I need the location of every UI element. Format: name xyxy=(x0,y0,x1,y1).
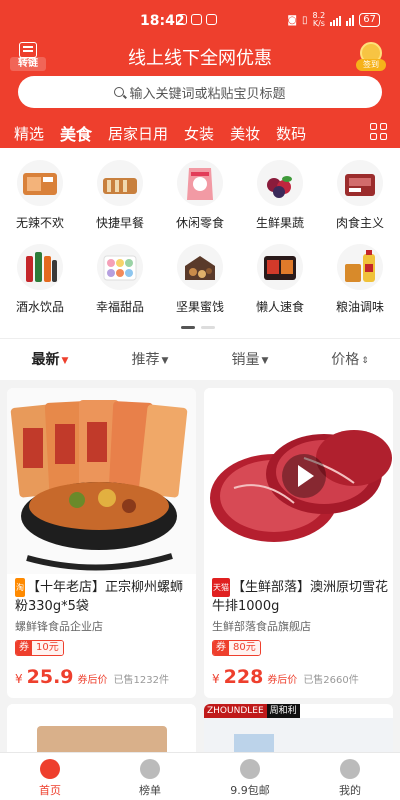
product-card[interactable]: 淘【十年老店】正宗柳州螺蛳粉330g*5袋 螺鲜锋食品企业店 券 10元 ¥ 25… xyxy=(7,388,196,698)
nfc-icon: ◙ xyxy=(287,14,298,26)
sort-price[interactable]: 价格 ⇕ xyxy=(300,339,400,380)
snack-bag-icon xyxy=(177,160,223,206)
tab-food[interactable]: 美食 xyxy=(52,121,100,145)
subcategory-label: 休闲零食 xyxy=(175,216,224,230)
subcategory-label: 酒水饮品 xyxy=(15,300,64,314)
tab-women[interactable]: 女装 xyxy=(176,123,222,144)
subcategory-label: 生鲜果蔬 xyxy=(255,216,304,230)
product-image xyxy=(7,388,196,574)
subcategory-item[interactable]: 无辣不欢 xyxy=(0,160,80,231)
subcategory-item[interactable]: 快捷早餐 xyxy=(80,160,160,231)
tab-featured[interactable]: 精选 xyxy=(0,123,52,144)
spicy-snack-icon xyxy=(17,160,63,206)
price-line: ¥ 228 券后价 已售2660件 xyxy=(212,666,359,688)
subcategory-item[interactable]: 粮油调味 xyxy=(320,244,400,315)
subcategory-item[interactable]: 酒水饮品 xyxy=(0,244,80,315)
product-image xyxy=(204,388,393,574)
play-video-icon[interactable] xyxy=(282,454,326,498)
all-categories-icon[interactable] xyxy=(370,123,388,141)
product-title: 天猫 【生鲜部落】澳洲原切雪花牛排1000g xyxy=(212,578,389,614)
compass-icon xyxy=(240,759,260,779)
price-line: ¥ 25.9 券后价 已售1232件 xyxy=(15,666,169,688)
product-price: 228 xyxy=(223,666,264,688)
instant-food-icon xyxy=(257,244,303,290)
taobao-badge-icon: 淘 xyxy=(15,578,25,597)
tab-mine[interactable]: 我的 xyxy=(300,753,400,800)
subcategory-label: 粮油调味 xyxy=(335,300,384,314)
sort-bar: 最新 ▼ 推荐 ▼ 销量 ▼ 价格 ⇕ xyxy=(0,338,400,380)
tab-free-shipping[interactable]: 9.9包邮 xyxy=(200,753,300,800)
product-card[interactable]: 天猫 【生鲜部落】澳洲原切雪花牛排1000g 生鲜部落食品旗舰店 券 80元 ¥ 2… xyxy=(204,388,393,698)
subcategory-item[interactable]: 肉食主义 xyxy=(320,160,400,231)
brand-banner: ZHOUNDLEE 周和利 xyxy=(204,704,300,718)
chevron-down-icon: ▼ xyxy=(161,356,169,366)
network-speed: 8.2 K/s xyxy=(312,11,326,28)
subcategory-item[interactable]: 懒人速食 xyxy=(240,244,320,315)
search-icon xyxy=(114,87,125,97)
coupon-badge[interactable]: 券 80元 xyxy=(212,640,261,656)
search-input[interactable]: 输入关键词或粘贴宝贝标题 xyxy=(18,76,382,108)
signal-icon xyxy=(330,14,342,26)
subcategory-item[interactable]: 坚果蜜饯 xyxy=(160,244,240,315)
sold-count: 已售2660件 xyxy=(303,675,359,686)
tab-digital[interactable]: 数码 xyxy=(268,123,314,144)
subcategory-label: 无辣不欢 xyxy=(15,216,64,230)
macaron-icon xyxy=(97,244,143,290)
tab-beauty[interactable]: 美妆 xyxy=(222,123,268,144)
fruit-icon xyxy=(257,160,303,206)
home-icon xyxy=(40,759,60,779)
status-right: ◙ ▯ 8.2 K/s 67 xyxy=(287,12,380,28)
sold-count: 已售1232件 xyxy=(113,675,169,686)
meat-icon xyxy=(337,160,383,206)
chevron-down-icon: ▼ xyxy=(261,356,269,366)
subcategory-item[interactable]: 幸福甜品 xyxy=(80,244,160,315)
bread-icon xyxy=(97,160,143,206)
signin-label: 签到 xyxy=(356,59,386,71)
search-placeholder: 输入关键词或粘贴宝贝标题 xyxy=(129,86,286,102)
tab-home[interactable]: 居家日用 xyxy=(100,123,176,144)
chevron-down-icon: ▼ xyxy=(61,356,69,366)
subcategory-label: 懒人速食 xyxy=(255,300,304,314)
status-bar: 18:42 ◙ ▯ 8.2 K/s 67 xyxy=(0,0,400,38)
category-tabs: 精选 美食 居家日用 女装 美妆 数码 xyxy=(0,118,400,148)
product-price: 25.9 xyxy=(26,666,74,688)
subcategory-label: 幸福甜品 xyxy=(95,300,144,314)
tmall-badge-icon: 天猫 xyxy=(212,578,230,597)
oil-icon xyxy=(337,244,383,290)
page-title: 线上线下全网优惠 xyxy=(128,48,272,69)
wifi-icon xyxy=(346,14,355,26)
shop-name: 螺鲜锋食品企业店 xyxy=(15,620,103,633)
tab-home[interactable]: 首页 xyxy=(0,753,100,800)
subcategory-label: 快捷早餐 xyxy=(95,216,144,230)
coupon-badge[interactable]: 券 10元 xyxy=(15,640,64,656)
bottom-tab-bar: 首页 榜单 9.9包邮 我的 xyxy=(0,752,400,800)
sort-recommended[interactable]: 推荐 ▼ xyxy=(100,339,200,380)
notification-icons xyxy=(176,14,217,25)
battery-icon: 67 xyxy=(359,13,380,27)
product-title: 淘【十年老店】正宗柳州螺蛳粉330g*5袋 xyxy=(15,578,184,614)
subcategory-label: 肉食主义 xyxy=(335,216,384,230)
subcategory-item[interactable]: 生鲜果蔬 xyxy=(240,160,320,231)
sort-newest[interactable]: 最新 ▼ xyxy=(0,339,100,380)
drinks-icon xyxy=(17,244,63,290)
vibrate-icon: ▯ xyxy=(302,14,308,26)
shop-name: 生鲜部落食品旗舰店 xyxy=(212,620,311,633)
profile-icon xyxy=(340,759,360,779)
subcategory-label: 坚果蜜饯 xyxy=(175,300,224,314)
sort-updown-icon: ⇕ xyxy=(361,356,369,366)
tab-rankings[interactable]: 榜单 xyxy=(100,753,200,800)
subcategory-item[interactable]: 休闲零食 xyxy=(160,160,240,231)
signin-button[interactable]: 签到 xyxy=(356,42,388,72)
page-indicator xyxy=(181,326,215,329)
sort-sales[interactable]: 销量 ▼ xyxy=(200,339,300,380)
rankings-icon xyxy=(140,759,160,779)
nuts-icon xyxy=(177,244,223,290)
